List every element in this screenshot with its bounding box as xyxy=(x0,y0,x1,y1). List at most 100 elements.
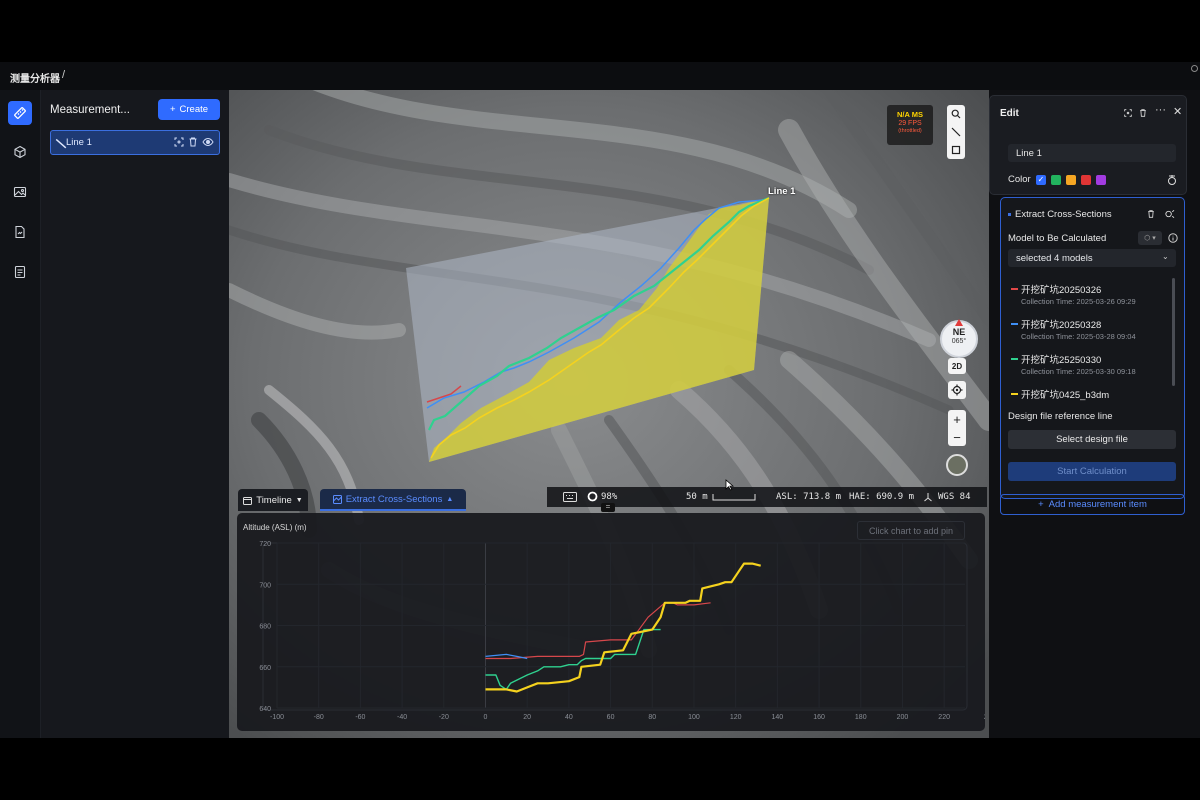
plus-icon: + xyxy=(169,104,176,115)
tab-extract-cross-sections[interactable]: Extract Cross-Sections ▲ xyxy=(320,489,466,511)
zoom-in-icon[interactable]: + xyxy=(953,413,961,426)
y-tick-label: 700 xyxy=(259,582,271,589)
color-swatch-red[interactable] xyxy=(1081,175,1091,185)
zoom-controls: + − xyxy=(948,410,966,446)
focus-icon[interactable] xyxy=(173,136,185,148)
mode-2d-button[interactable]: 2D xyxy=(948,358,966,374)
extract-cross-sections-card: Extract Cross-Sections Model to Be Calcu… xyxy=(1000,197,1185,499)
trash-icon[interactable] xyxy=(187,136,199,148)
color-swatch-purple[interactable] xyxy=(1096,175,1106,185)
cube-icon: ⬡ ▾ xyxy=(1144,235,1156,242)
window-indicator-icon xyxy=(1191,65,1198,72)
x-tick-label: 2 xyxy=(984,714,985,721)
tab-timeline[interactable]: Timeline ▼ xyxy=(238,489,308,511)
x-tick-label: -100 xyxy=(270,714,284,721)
x-tick-label: -40 xyxy=(397,714,407,721)
cross-section-chart-panel[interactable]: -100 -80 -60 -40 -20 0 20 40 60 80 100 120 140 160 180… xyxy=(237,513,985,731)
model-time: Collection Time: 2025-03-26 09:29 xyxy=(1021,297,1136,306)
eyedropper-icon[interactable] xyxy=(1166,174,1178,186)
section-title: Extract Cross-Sections xyxy=(1015,209,1112,220)
section-icon xyxy=(332,494,342,504)
locate-icon[interactable] xyxy=(948,381,966,399)
map-viewport[interactable]: Line 1 N/A MS 29 FPS (throttled) NE 065°… xyxy=(229,90,989,738)
document-icon[interactable] xyxy=(8,260,32,284)
throttle-note: (throttled) xyxy=(898,128,922,134)
model-name: 开挖矿坑20250326 xyxy=(1021,285,1102,296)
x-tick-label: 80 xyxy=(648,714,656,721)
measurement-item-label: Line 1 xyxy=(66,137,92,148)
color-label: Color xyxy=(1008,174,1031,185)
x-tick-label: -20 xyxy=(439,714,449,721)
model-name: 开挖矿坑25250330 xyxy=(1021,355,1102,366)
zoom-out-icon[interactable]: − xyxy=(953,431,961,444)
name-field-value: Line 1 xyxy=(1016,148,1042,159)
area-measure-icon[interactable] xyxy=(951,145,961,155)
x-tick-label: 20 xyxy=(523,714,531,721)
x-tick-label: -80 xyxy=(314,714,324,721)
keyboard-icon[interactable] xyxy=(563,492,577,502)
model-list-scrollbar[interactable] xyxy=(1172,278,1175,386)
model-time: Collection Time: 2025-03-28 09:04 xyxy=(1021,332,1136,341)
model-type-dropdown[interactable]: ⬡ ▾ xyxy=(1138,231,1162,245)
name-field[interactable]: Line 1 xyxy=(1008,144,1176,162)
compass-needle-icon xyxy=(955,319,963,326)
x-tick-label: 60 xyxy=(607,714,615,721)
x-tick-label: 40 xyxy=(565,714,573,721)
basemap-switcher-icon[interactable] xyxy=(946,454,968,476)
models-select[interactable]: selected 4 models ⌄ xyxy=(1008,249,1176,267)
fps-readout: 29 FPS xyxy=(898,120,922,127)
select-design-file-button[interactable]: Select design file xyxy=(1008,430,1176,449)
image-gallery-icon[interactable] xyxy=(8,180,32,204)
eye-icon[interactable] xyxy=(202,136,214,148)
cross-section-chart[interactable]: -100 -80 -60 -40 -20 0 20 40 60 80 100 120 140 160 180… xyxy=(237,513,985,731)
y-tick-label: 680 xyxy=(259,624,271,631)
measurement-panel: Measurement... + Create Line 1 xyxy=(41,90,229,738)
line-measure-icon[interactable] xyxy=(951,127,961,137)
design-file-label: Design file reference line xyxy=(1008,411,1113,422)
asl-readout: ASL: 713.8 m xyxy=(776,492,842,502)
search-icon[interactable] xyxy=(951,109,961,119)
add-pin-hint[interactable]: Click chart to add pin xyxy=(857,521,965,540)
tab-extract-label: Extract Cross-Sections xyxy=(345,493,443,505)
edit-panel: Edit ··· ✕ Line 1 Color ✓ Extract Cross-… xyxy=(989,90,1200,738)
trash-icon[interactable] xyxy=(1146,209,1156,219)
focus-icon[interactable] xyxy=(1123,108,1133,118)
x-tick-label: -60 xyxy=(355,714,365,721)
close-icon[interactable]: ✕ xyxy=(1173,105,1182,118)
crs-icon xyxy=(924,493,932,502)
panel-title: Measurement... xyxy=(50,104,130,116)
measurement-item-line-1[interactable]: Line 1 xyxy=(50,130,220,155)
chevron-up-icon: ▲ xyxy=(446,495,454,503)
info-icon[interactable] xyxy=(1168,233,1178,243)
color-swatch-green[interactable] xyxy=(1051,175,1061,185)
trash-icon[interactable] xyxy=(1138,108,1148,118)
ruler-icon[interactable] xyxy=(8,101,32,125)
create-button[interactable]: + Create xyxy=(158,99,220,120)
loading-percent: 98% xyxy=(601,492,618,502)
calendar-icon xyxy=(243,496,253,505)
mouse-cursor-icon xyxy=(725,479,734,491)
edit-title: Edit xyxy=(1000,108,1019,119)
tab-timeline-label: Timeline xyxy=(256,494,292,506)
color-swatch-blue[interactable]: ✓ xyxy=(1036,175,1046,185)
color-swatch-orange[interactable] xyxy=(1066,175,1076,185)
cube-icon[interactable] xyxy=(8,140,32,164)
create-button-label: Create xyxy=(179,104,209,115)
start-calculation-button[interactable]: Start Calculation xyxy=(1008,462,1176,481)
panel-resize-handle[interactable]: = xyxy=(601,503,615,512)
model-color-marker xyxy=(1011,393,1018,395)
model-name: 开挖矿坑0425_b3dm xyxy=(1021,390,1110,401)
section-marker-icon xyxy=(1008,213,1011,216)
compass-icon[interactable]: NE 065° xyxy=(940,319,978,358)
camera-settings-icon[interactable] xyxy=(1164,209,1175,219)
top-bar: 测量分析器 / xyxy=(0,62,1200,90)
y-tick-label: 660 xyxy=(259,665,271,672)
more-options-icon[interactable]: ··· xyxy=(1155,104,1166,116)
add-measurement-item-button[interactable]: + Add measurement item xyxy=(1000,494,1185,515)
chevron-down-icon: ▼ xyxy=(295,496,303,504)
loading-ring-icon xyxy=(587,491,598,502)
model-label: Model to Be Calculated xyxy=(1008,233,1107,244)
breadcrumb-separator: / xyxy=(62,69,66,81)
plot-area-frame xyxy=(262,542,968,711)
report-file-icon[interactable] xyxy=(8,220,32,244)
